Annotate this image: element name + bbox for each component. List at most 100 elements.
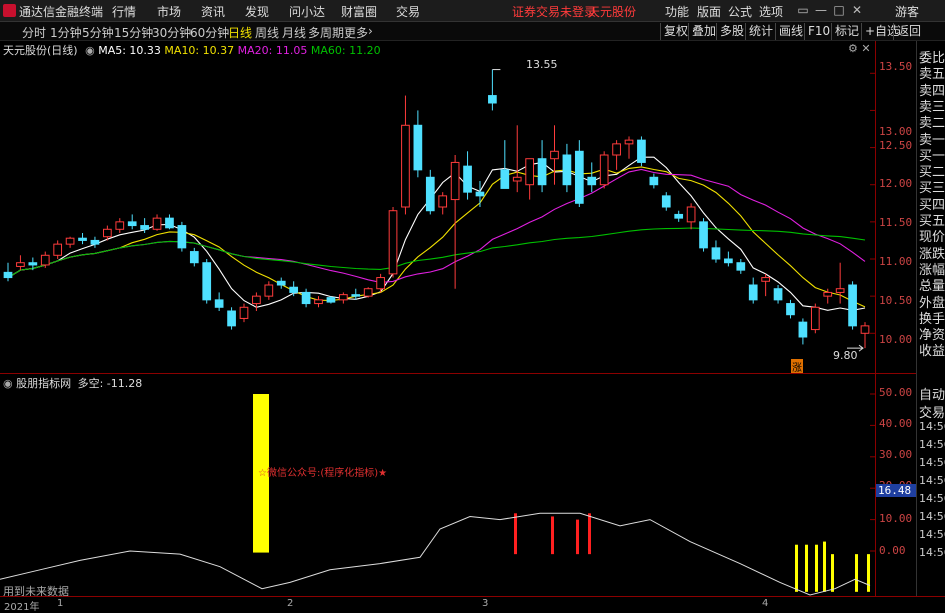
- candle-body: [748, 284, 758, 301]
- candle-body: [202, 262, 212, 301]
- maximize-icon[interactable]: □: [831, 2, 847, 18]
- candle-body: [711, 247, 721, 260]
- stats-button[interactable]: 统计: [745, 23, 776, 40]
- menu-options[interactable]: 选项: [759, 3, 783, 20]
- candle-body: [239, 306, 249, 319]
- menu-quotes[interactable]: 行情: [112, 3, 136, 20]
- indicator-bar-yellow: [855, 554, 858, 592]
- tab-monthly[interactable]: 月线: [282, 24, 306, 41]
- candle-body: [537, 158, 547, 186]
- trade-time: 14:56: [919, 438, 945, 451]
- price-tick: 12.00: [879, 177, 913, 190]
- login-warning[interactable]: 证券交易未登录: [512, 3, 596, 20]
- indicator-line: [0, 512, 871, 596]
- mark-button[interactable]: 标记: [831, 23, 862, 40]
- candle-body: [40, 254, 50, 266]
- tab-15min[interactable]: 15分钟: [114, 24, 153, 41]
- user-label[interactable]: 游客: [895, 3, 919, 20]
- candle-body: [264, 284, 274, 297]
- close-icon[interactable]: ✕: [849, 2, 865, 18]
- candle-body: [612, 143, 621, 156]
- tab-30min[interactable]: 30分钟: [152, 24, 191, 41]
- side-panel-label: 交易: [919, 406, 945, 421]
- candle-body: [488, 95, 497, 104]
- price-axis: 13.50 13.00 12.50 12.00 11.50 11.00 10.5…: [875, 41, 916, 373]
- candle-body: [90, 239, 100, 245]
- back-button[interactable]: 返回: [893, 23, 924, 40]
- date-label: 3: [482, 598, 489, 609]
- draw-button[interactable]: 画线: [775, 23, 806, 40]
- restore-layout-icon[interactable]: ▭: [795, 2, 811, 18]
- candle-body: [252, 295, 261, 305]
- candle-body: [512, 176, 522, 182]
- f10-button[interactable]: F10: [804, 23, 833, 40]
- candle-body: [761, 277, 770, 282]
- menu-formula[interactable]: 公式: [728, 3, 752, 20]
- tab-daily[interactable]: 日线: [228, 24, 252, 41]
- candle-body: [724, 258, 733, 264]
- menu-ask[interactable]: 问小达: [289, 3, 325, 20]
- indicator-bar-yellow: [867, 554, 870, 592]
- tab-weekly[interactable]: 周线: [255, 24, 279, 41]
- indicator-chart[interactable]: [0, 374, 875, 596]
- candle-body: [314, 299, 323, 305]
- menu-trade[interactable]: 交易: [396, 3, 420, 20]
- indicator-bar-yellow: [795, 544, 798, 592]
- promo-text: ☆微信公众号:(程序化指标)★: [258, 468, 388, 479]
- candle-body: [401, 124, 410, 208]
- candle-body: [276, 280, 286, 286]
- multi-stock-button[interactable]: 多股: [716, 23, 747, 40]
- candlestick-chart[interactable]: [0, 41, 875, 373]
- tab-more[interactable]: 更多: [344, 24, 368, 41]
- menu-function[interactable]: 功能: [665, 3, 689, 20]
- tab-1min[interactable]: 1分钟: [50, 24, 82, 41]
- trade-time: 14:56: [919, 456, 945, 469]
- indicator-tick: 50.00: [879, 386, 913, 399]
- candle-body: [177, 225, 187, 249]
- candle-body: [438, 195, 448, 208]
- tab-5min[interactable]: 5分钟: [82, 24, 114, 41]
- candle-body: [450, 161, 460, 201]
- indicator-tick: 30.00: [879, 448, 913, 461]
- minimize-icon[interactable]: —: [813, 2, 829, 18]
- tab-multi-period[interactable]: 多周期: [308, 24, 344, 41]
- high-price-label: 13.55: [526, 58, 558, 71]
- indicator-bar-red: [514, 513, 517, 555]
- indicator-tick: 40.00: [879, 417, 913, 430]
- indicator-tick: 10.00: [879, 512, 913, 525]
- candle-body: [810, 306, 820, 331]
- indicator-bar-red: [576, 519, 579, 555]
- trade-time: 14:56: [919, 546, 945, 559]
- menu-discover[interactable]: 发现: [245, 3, 269, 20]
- trade-time: 14:56: [919, 510, 945, 523]
- price-tick: 10.50: [879, 294, 913, 307]
- menu-layout[interactable]: 版面: [697, 3, 721, 20]
- title-bar: 通达信金融终端 行情 市场 资讯 发现 问小达 财富圈 交易 证券交易未登录 天…: [0, 0, 945, 22]
- candle-body: [127, 221, 137, 227]
- tab-60min[interactable]: 60分钟: [190, 24, 229, 41]
- tab-intraday[interactable]: 分时: [22, 24, 46, 41]
- overlay-button[interactable]: 叠加: [688, 23, 719, 40]
- menu-market[interactable]: 市场: [157, 3, 181, 20]
- low-price-label: 9.80: [833, 349, 858, 362]
- chevron-right-icon[interactable]: ›: [368, 24, 373, 38]
- candle-body: [227, 310, 236, 327]
- indicator-axis: 50.00 40.00 30.00 20.00 10.00 0.00 16.48: [875, 374, 916, 596]
- candle-body: [413, 124, 423, 171]
- stock-title: 天元股份: [588, 5, 637, 19]
- candle-body: [475, 191, 485, 197]
- app-name: 通达信金融终端: [19, 5, 104, 19]
- candle-body: [152, 217, 162, 230]
- menu-news[interactable]: 资讯: [201, 3, 225, 20]
- candle-body: [289, 286, 299, 293]
- candle-body: [3, 271, 13, 279]
- candle-body: [16, 262, 25, 267]
- price-tick: 11.50: [879, 216, 913, 229]
- adjust-button[interactable]: 复权: [660, 23, 691, 40]
- indicator-current-value: 16.48: [876, 484, 916, 497]
- candle-body: [637, 139, 646, 163]
- menu-wealth[interactable]: 财富圈: [341, 3, 377, 20]
- candle-body: [574, 150, 584, 204]
- candle-body: [699, 221, 708, 249]
- candle-body: [28, 262, 38, 266]
